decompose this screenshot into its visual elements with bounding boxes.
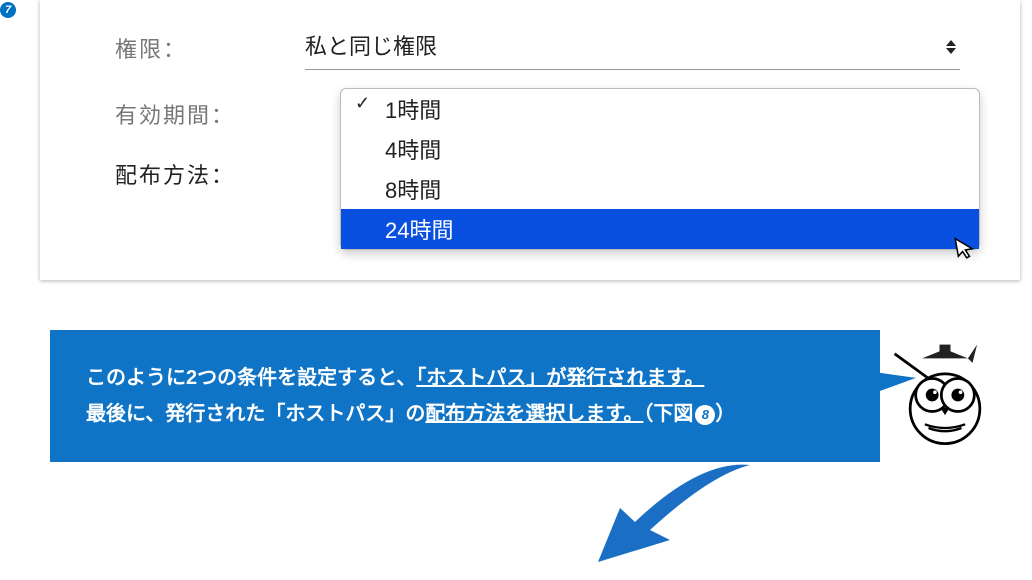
callout-text: （下図: [643, 403, 693, 425]
callout-text: このように2つの条件を設定すると、: [86, 367, 416, 389]
distribution-label: 配布方法：: [115, 158, 305, 190]
callout-underline: 配布方法を選択します。: [425, 403, 643, 425]
arrow-down-icon: [580, 460, 760, 570]
permission-label: 権限：: [115, 32, 305, 64]
callout-underline: 「ホストパス」が発行されます。: [416, 367, 704, 389]
callout-text: ）: [715, 403, 735, 425]
dropdown-item[interactable]: 1時間: [341, 89, 979, 129]
owl-mascot-icon: [890, 340, 1000, 450]
permission-select[interactable]: 私と同じ権限: [305, 25, 960, 70]
permission-row: 権限： 私と同じ権限: [115, 25, 960, 70]
callout-text: 最後に、発行された「ホストパス」の: [86, 403, 425, 425]
form-panel: 権限： 私と同じ権限 有効期間： 配布方法： 1時間 4時間 8時間 24時間: [40, 0, 1020, 280]
duration-dropdown[interactable]: 1時間 4時間 8時間 24時間: [340, 88, 980, 250]
dropdown-item[interactable]: 4時間: [341, 129, 979, 169]
permission-value: 私と同じ権限: [305, 25, 960, 65]
duration-label: 有効期間：: [115, 98, 305, 130]
inline-step-badge: 8: [695, 405, 715, 425]
callout-line1: このように2つの条件を設定すると、「ホストパス」が発行されます。: [86, 360, 844, 396]
dropdown-item[interactable]: 8時間: [341, 169, 979, 209]
stepper-icon: [946, 40, 956, 54]
step-badge: 7: [0, 2, 16, 18]
cursor-icon: [953, 233, 977, 262]
dropdown-item[interactable]: 24時間: [341, 209, 979, 249]
callout-box: このように2つの条件を設定すると、「ホストパス」が発行されます。 最後に、発行さ…: [50, 330, 880, 462]
callout-line2: 最後に、発行された「ホストパス」の配布方法を選択します。（下図8）: [86, 396, 844, 432]
